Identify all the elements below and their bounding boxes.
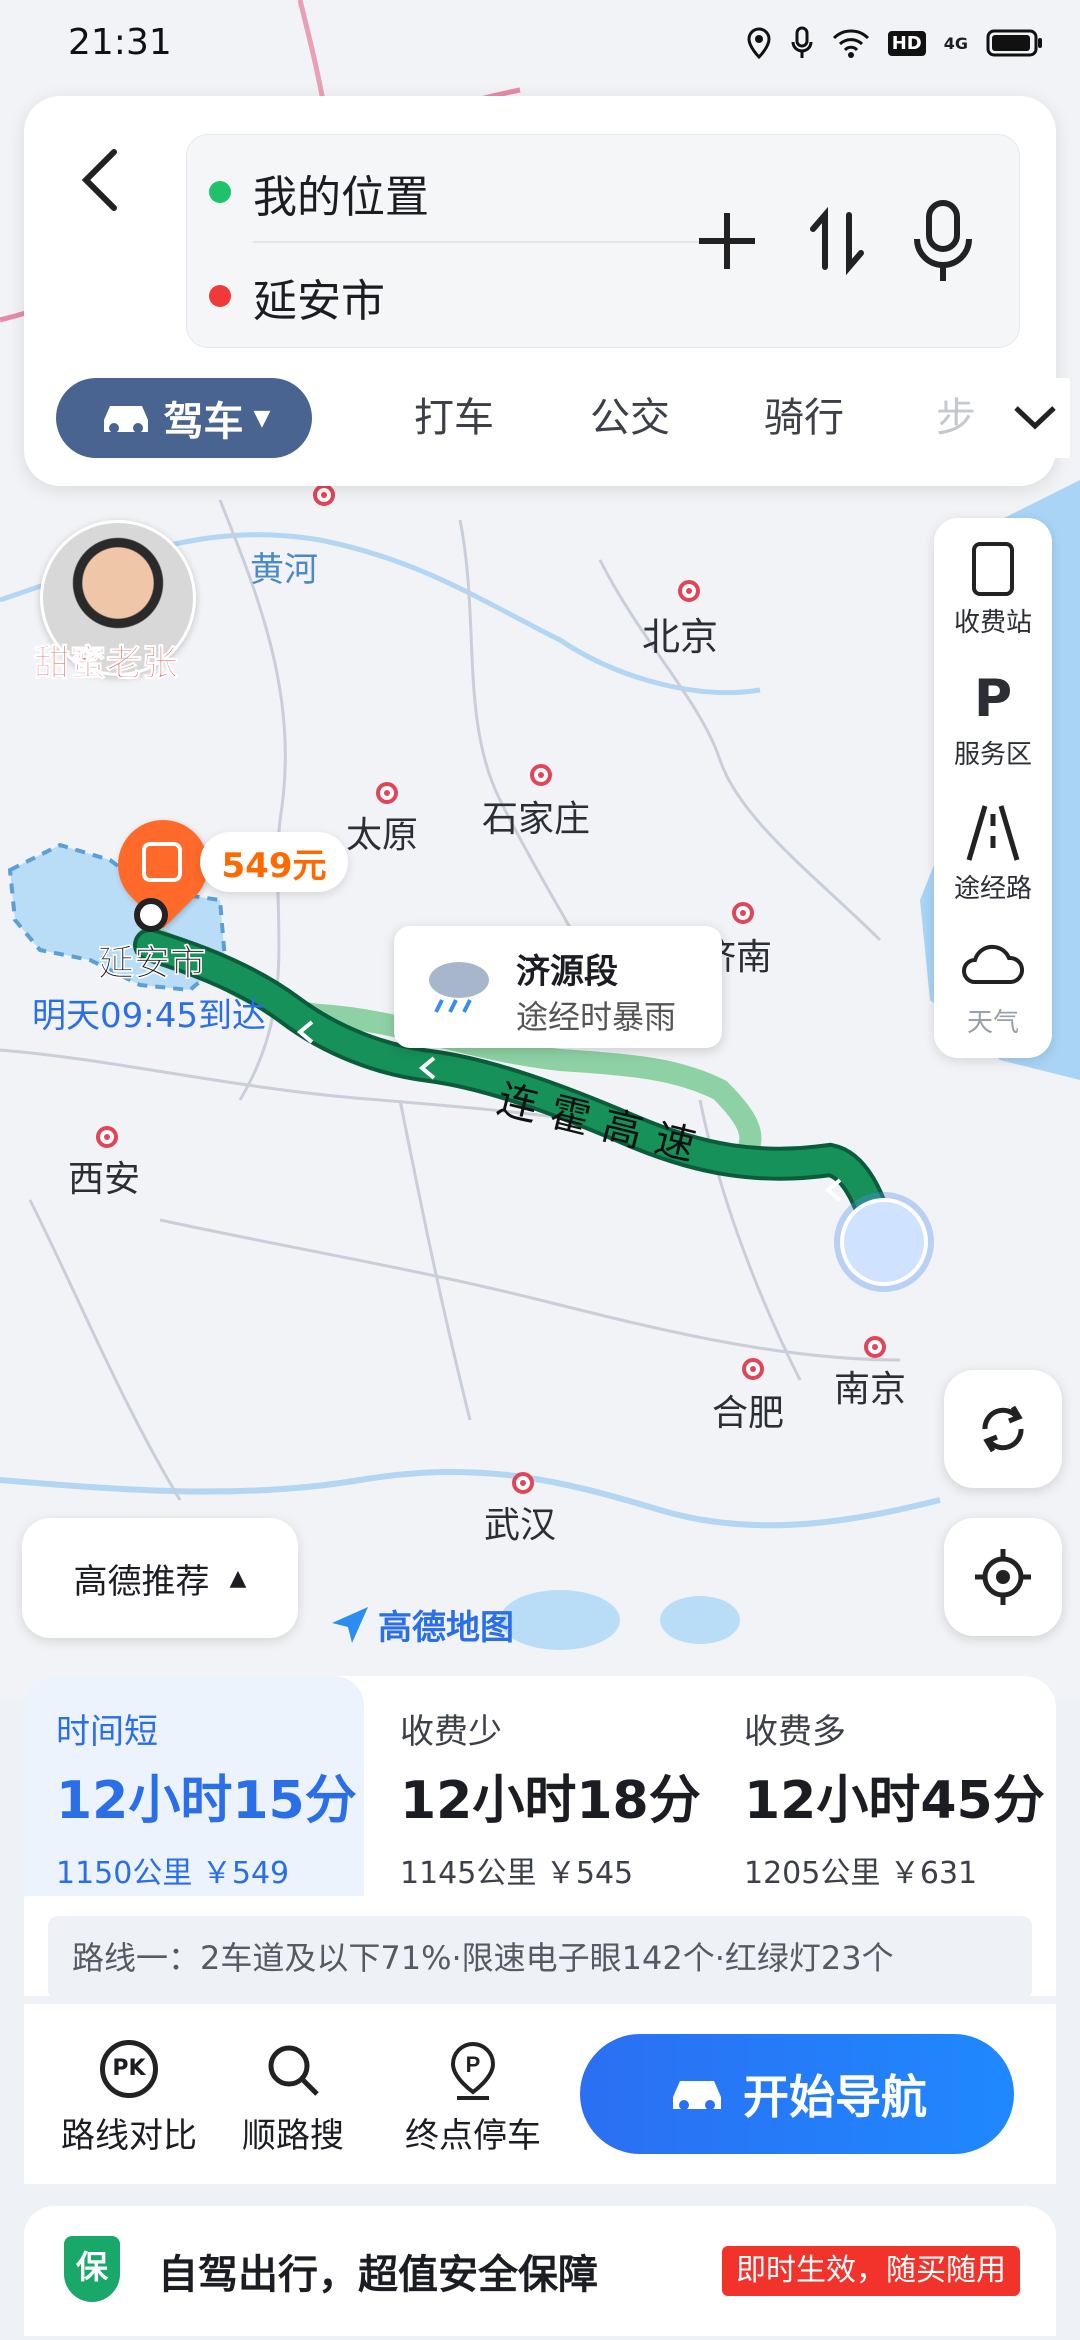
tab-bike[interactable]: 骑行 bbox=[764, 378, 844, 458]
parking-pin-icon: P bbox=[450, 2041, 496, 2100]
locate-icon bbox=[975, 1549, 1031, 1605]
route-options-panel: 时间短 12小时15分 1150公里 ￥549 收费少 12小时18分 1145… bbox=[24, 1676, 1056, 2000]
status-bar: 21:31 HD 4G bbox=[0, 0, 1080, 92]
hd-icon: HD bbox=[887, 30, 926, 56]
road-icon bbox=[934, 804, 1052, 862]
action-bar: PK 路线对比 顺路搜 P 终点停车 开始导航 bbox=[24, 2004, 1056, 2184]
destination-dot bbox=[134, 898, 168, 932]
city-marker bbox=[732, 902, 754, 924]
chevron-down-icon: ▼ bbox=[253, 405, 271, 431]
search-icon bbox=[268, 2045, 319, 2096]
travel-mode-tabs: 驾车 ▼ 打车 公交 骑行 步 bbox=[56, 378, 1070, 458]
status-icons: HD 4G bbox=[746, 26, 1044, 60]
promo-text: 自驾出行，超值安全保障 bbox=[158, 2252, 598, 2298]
chevron-down-icon bbox=[1014, 406, 1056, 430]
city-marker bbox=[376, 782, 398, 804]
refresh-route-button[interactable] bbox=[944, 1370, 1062, 1488]
destination-parking-button[interactable]: P 终点停车 bbox=[388, 2040, 558, 2157]
city-marker bbox=[742, 1358, 764, 1380]
map-tools-panel: 收费站 P 服务区 途经路 天气 bbox=[934, 518, 1052, 1058]
wifi-icon bbox=[832, 29, 869, 58]
insurance-promo[interactable]: 保 自驾出行，超值安全保障 即时生效，随买随用 bbox=[24, 2206, 1056, 2336]
route-details[interactable]: 路线一：2车道及以下71%·限速电子眼142个·红绿灯23个 bbox=[48, 1916, 1032, 2000]
location-icon bbox=[747, 27, 771, 59]
toll-station-icon bbox=[972, 542, 1014, 596]
shield-icon: 保 bbox=[64, 2236, 120, 2302]
city-xian: 西安 bbox=[68, 1159, 141, 1200]
weather-alert[interactable]: 济源段 途经时暴雨 bbox=[394, 926, 722, 1048]
brand-logo: 高德地图 bbox=[330, 1600, 514, 1649]
avatar-caption: 甜蜜老张 bbox=[33, 643, 179, 685]
service-area-icon: P bbox=[973, 669, 1013, 729]
city-marker bbox=[512, 1472, 534, 1494]
cloud-icon bbox=[934, 938, 1052, 996]
service-area-tool[interactable]: P 服务区 bbox=[934, 670, 1052, 771]
recommend-dropdown[interactable]: 高德推荐 ▲ bbox=[22, 1518, 298, 1638]
voice-input-button[interactable] bbox=[903, 197, 983, 287]
swap-icon bbox=[810, 206, 864, 276]
refresh-icon bbox=[982, 1405, 1024, 1453]
river-label: 黄河 bbox=[250, 550, 318, 590]
city-shijiazhuang: 石家庄 bbox=[482, 799, 591, 840]
origin-field[interactable]: 我的位置 bbox=[253, 161, 429, 225]
city-marker bbox=[678, 580, 700, 602]
amap-logo-icon bbox=[332, 1606, 368, 1643]
rain-cloud-icon bbox=[424, 956, 494, 1016]
weather-title: 济源段 bbox=[516, 952, 618, 992]
route-option-1[interactable]: 时间短 12小时15分 1150公里 ￥549 bbox=[24, 1676, 364, 1896]
toll-price-badge: 549元 bbox=[200, 832, 348, 892]
toll-station-tool[interactable]: 收费站 bbox=[934, 542, 1052, 639]
car-icon bbox=[673, 2081, 721, 2110]
arrival-time: 明天09:45到达 bbox=[32, 996, 266, 1036]
destination-dot bbox=[209, 285, 231, 307]
city-taiyuan: 太原 bbox=[346, 815, 419, 856]
city-wuhan: 武汉 bbox=[484, 1505, 557, 1546]
signal-icon: 4G bbox=[943, 33, 968, 53]
chevron-left-icon bbox=[81, 149, 117, 211]
locate-button[interactable] bbox=[944, 1518, 1062, 1636]
waypoint-road-tool[interactable]: 途经路 bbox=[934, 804, 1052, 905]
city-marker bbox=[864, 1336, 886, 1358]
toll-icon bbox=[142, 842, 182, 882]
destination-label: 延安市 bbox=[98, 943, 207, 985]
city-marker bbox=[96, 1126, 118, 1148]
route-search-card: 我的位置 延安市 驾车 ▼ 打车 公交 骑行 步 bbox=[24, 96, 1070, 486]
weather-tool[interactable]: 天气 bbox=[934, 938, 1052, 1039]
recommend-label: 高德推荐 bbox=[73, 1561, 210, 1602]
svg-text:P: P bbox=[466, 2052, 481, 2077]
plus-icon bbox=[699, 213, 755, 269]
route-option-2[interactable]: 收费少 12小时18分 1145公里 ￥545 bbox=[368, 1676, 708, 1896]
tab-taxi[interactable]: 打车 bbox=[414, 378, 494, 458]
origin-marker[interactable] bbox=[840, 1198, 928, 1286]
origin-dot bbox=[209, 181, 231, 203]
city-beijing: 北京 bbox=[642, 615, 719, 659]
city-marker bbox=[530, 764, 552, 786]
city-nanjing: 南京 bbox=[834, 1369, 907, 1410]
weather-subtitle: 途经时暴雨 bbox=[516, 998, 677, 1036]
destination-field[interactable]: 延安市 bbox=[253, 265, 385, 329]
tab-walk[interactable]: 步 bbox=[936, 378, 976, 458]
route-compare-button[interactable]: PK 路线对比 bbox=[44, 2040, 214, 2157]
route-input-box: 我的位置 延安市 bbox=[186, 134, 1020, 348]
microphone-icon bbox=[791, 26, 813, 58]
start-navigation-button[interactable]: 开始导航 bbox=[580, 2034, 1014, 2154]
tab-transit[interactable]: 公交 bbox=[590, 378, 670, 458]
tab-drive[interactable]: 驾车 ▼ bbox=[56, 378, 312, 458]
microphone-icon bbox=[914, 200, 972, 281]
add-waypoint-button[interactable] bbox=[687, 201, 767, 281]
back-button[interactable] bbox=[64, 136, 134, 226]
city-marker bbox=[313, 484, 335, 506]
status-time: 21:31 bbox=[68, 22, 172, 63]
city-hefei: 合肥 bbox=[712, 1393, 785, 1434]
caret-up-icon: ▲ bbox=[229, 1565, 247, 1591]
battery-icon bbox=[986, 29, 1042, 57]
route-option-3[interactable]: 收费多 12小时45分 1205公里 ￥631 bbox=[712, 1676, 1052, 1896]
more-modes-button[interactable] bbox=[1000, 378, 1070, 458]
route-divider bbox=[253, 241, 753, 243]
swap-button[interactable] bbox=[797, 201, 877, 281]
pk-icon: PK bbox=[100, 2040, 158, 2098]
car-icon bbox=[103, 406, 148, 433]
search-along-button[interactable]: 顺路搜 bbox=[208, 2040, 378, 2157]
promo-tag: 即时生效，随买随用 bbox=[722, 2246, 1020, 2296]
